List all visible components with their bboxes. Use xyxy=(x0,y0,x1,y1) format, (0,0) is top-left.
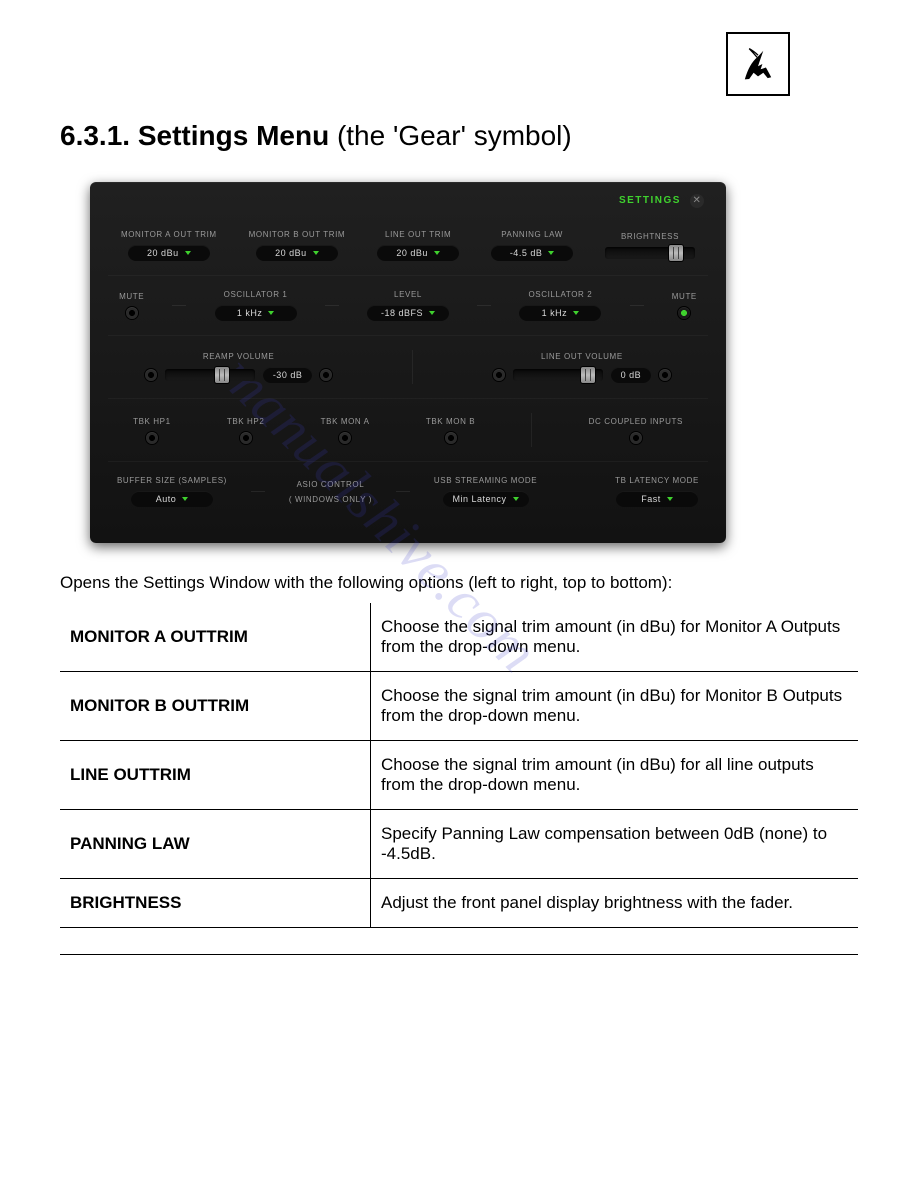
table-row: LINE OUTTRIM Choose the signal trim amou… xyxy=(60,741,858,810)
usb-streaming-label: USB STREAMING MODE xyxy=(434,476,537,485)
option-name: LINE OUTTRIM xyxy=(60,741,371,810)
row-oscillators: MUTE OSCILLATOR 1 1 kHz LEVEL -18 dBFS O… xyxy=(108,276,708,336)
chevron-down-icon xyxy=(548,251,554,255)
row-talkback: TBK HP1 TBK HP2 TBK MON A TBK MON B DC C… xyxy=(108,399,708,462)
chevron-down-icon xyxy=(429,311,435,315)
row-buffer: BUFFER SIZE (SAMPLES) Auto ASIO CONTROL … xyxy=(108,462,708,521)
dc-coupled-toggle[interactable] xyxy=(630,432,642,444)
table-row: PANNING LAW Specify Panning Law compensa… xyxy=(60,810,858,879)
mute1-toggle[interactable] xyxy=(126,307,138,319)
option-desc: Choose the signal trim amount (in dBu) f… xyxy=(371,741,859,810)
reamp-toggle-left[interactable] xyxy=(145,369,157,381)
brightness-label: BRIGHTNESS xyxy=(621,232,679,241)
option-name: MONITOR B OUTTRIM xyxy=(60,672,371,741)
chevron-down-icon xyxy=(268,311,274,315)
chevron-down-icon xyxy=(434,251,440,255)
dc-coupled-label: DC COUPLED INPUTS xyxy=(589,417,683,426)
table-row: MONITOR A OUTTRIM Choose the signal trim… xyxy=(60,603,858,672)
level-label: LEVEL xyxy=(394,290,422,299)
osc1-dropdown[interactable]: 1 kHz xyxy=(215,305,297,321)
panel-title: SETTINGS xyxy=(619,195,681,206)
reamp-volume-slider[interactable] xyxy=(165,369,255,381)
tbk-mona-label: TBK MON A xyxy=(321,417,370,426)
osc2-dropdown[interactable]: 1 kHz xyxy=(519,305,601,321)
lineout-volume-slider[interactable] xyxy=(513,369,603,381)
brand-logo xyxy=(726,32,790,96)
option-desc: Choose the signal trim amount (in dBu) f… xyxy=(371,672,859,741)
section-heading: 6.3.1. Settings Menu (the 'Gear' symbol) xyxy=(60,120,858,152)
tb-latency-dropdown[interactable]: Fast xyxy=(616,491,698,507)
tbk-mona-toggle[interactable] xyxy=(339,432,351,444)
heading-bold: 6.3.1. Settings Menu xyxy=(60,120,329,151)
osc2-label: OSCILLATOR 2 xyxy=(528,290,592,299)
chevron-down-icon xyxy=(573,311,579,315)
lineout-toggle-right[interactable] xyxy=(659,369,671,381)
tbk-monb-toggle[interactable] xyxy=(445,432,457,444)
osc1-label: OSCILLATOR 1 xyxy=(224,290,288,299)
chevron-down-icon xyxy=(667,497,673,501)
row-trims: MONITOR A OUT TRIM 20 dBu MONITOR B OUT … xyxy=(108,216,708,276)
tbk-hp2-toggle[interactable] xyxy=(240,432,252,444)
mute2-label: MUTE xyxy=(672,292,697,301)
buffer-size-dropdown[interactable]: Auto xyxy=(131,491,213,507)
mute1-label: MUTE xyxy=(119,292,144,301)
panning-law-dropdown[interactable]: -4.5 dB xyxy=(491,245,573,261)
tbk-hp2-label: TBK HP2 xyxy=(227,417,265,426)
panning-law-label: PANNING LAW xyxy=(501,230,563,239)
chevron-down-icon xyxy=(185,251,191,255)
lineout-volume-value: 0 dB xyxy=(611,367,652,383)
tbk-hp1-toggle[interactable] xyxy=(146,432,158,444)
options-table: MONITOR A OUTTRIM Choose the signal trim… xyxy=(60,603,858,928)
page-footer-rule xyxy=(60,954,858,955)
mute2-toggle[interactable] xyxy=(678,307,690,319)
option-name: MONITOR A OUTTRIM xyxy=(60,603,371,672)
table-row: MONITOR B OUTTRIM Choose the signal trim… xyxy=(60,672,858,741)
table-row: BRIGHTNESS Adjust the front panel displa… xyxy=(60,879,858,928)
lineout-toggle-left[interactable] xyxy=(493,369,505,381)
close-icon[interactable]: ✕ xyxy=(690,194,704,208)
option-desc: Specify Panning Law compensation between… xyxy=(371,810,859,879)
intro-text: Opens the Settings Window with the follo… xyxy=(60,573,858,593)
monitor-a-trim-dropdown[interactable]: 20 dBu xyxy=(128,245,210,261)
row-volumes: REAMP VOLUME -30 dB LINE OUT VOLUME 0 dB xyxy=(108,336,708,399)
tbk-hp1-label: TBK HP1 xyxy=(133,417,171,426)
heading-light: (the 'Gear' symbol) xyxy=(329,120,572,151)
chevron-down-icon xyxy=(513,497,519,501)
reamp-volume-label: REAMP VOLUME xyxy=(203,352,275,361)
option-name: PANNING LAW xyxy=(60,810,371,879)
monitor-b-trim-label: MONITOR B OUT TRIM xyxy=(249,230,346,239)
usb-streaming-dropdown[interactable]: Min Latency xyxy=(443,491,529,507)
lineout-volume-label: LINE OUT VOLUME xyxy=(541,352,623,361)
reamp-volume-value: -30 dB xyxy=(263,367,313,383)
line-out-trim-dropdown[interactable]: 20 dBu xyxy=(377,245,459,261)
option-desc: Choose the signal trim amount (in dBu) f… xyxy=(371,603,859,672)
chevron-down-icon xyxy=(313,251,319,255)
buffer-size-label: BUFFER SIZE (SAMPLES) xyxy=(117,476,227,485)
tbk-monb-label: TBK MON B xyxy=(426,417,475,426)
option-desc: Adjust the front panel display brightnes… xyxy=(371,879,859,928)
chevron-down-icon xyxy=(182,497,188,501)
reamp-toggle-right[interactable] xyxy=(320,369,332,381)
asio-control-label: ASIO CONTROL xyxy=(297,480,365,489)
line-out-trim-label: LINE OUT TRIM xyxy=(385,230,451,239)
antelope-icon xyxy=(736,42,780,86)
monitor-b-trim-dropdown[interactable]: 20 dBu xyxy=(256,245,338,261)
asio-control-sublabel: ( WINDOWS ONLY ) xyxy=(289,495,372,504)
brightness-slider[interactable] xyxy=(605,247,695,259)
level-dropdown[interactable]: -18 dBFS xyxy=(367,305,449,321)
option-name: BRIGHTNESS xyxy=(60,879,371,928)
settings-panel: SETTINGS ✕ MONITOR A OUT TRIM 20 dBu MON… xyxy=(90,182,726,543)
monitor-a-trim-label: MONITOR A OUT TRIM xyxy=(121,230,217,239)
tb-latency-label: TB LATENCY MODE xyxy=(615,476,699,485)
